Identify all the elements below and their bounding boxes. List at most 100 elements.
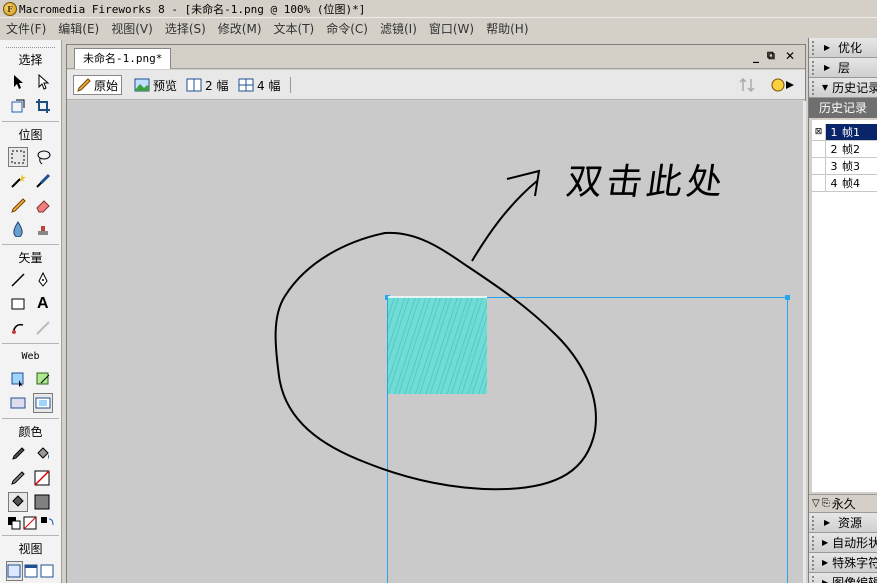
- slice-tool-icon[interactable]: [33, 369, 53, 389]
- bitmap-image[interactable]: [388, 297, 487, 394]
- options-menu-icon[interactable]: [767, 75, 801, 95]
- window-title: Macromedia Fireworks 8 - [未命名-1.png @ 10…: [19, 2, 366, 16]
- frame-row-4[interactable]: 4 帧4: [812, 175, 877, 192]
- original-view-button[interactable]: 原始: [73, 75, 123, 95]
- document-tab[interactable]: 未命名-1.png*: [74, 48, 172, 69]
- section-view-title: 视图: [18, 542, 43, 556]
- menu-filters[interactable]: 滤镜(I): [374, 20, 423, 37]
- history-tab[interactable]: 历史记录: [809, 98, 877, 118]
- canvas-area[interactable]: 双击此处: [67, 101, 803, 583]
- panel-auto-shapes-label: 自动形状: [832, 536, 877, 550]
- panel-optimize[interactable]: ▶ 优化: [809, 38, 877, 58]
- stroke-color-swatch[interactable]: [33, 468, 53, 488]
- four-up-view-button[interactable]: 4 幅: [235, 75, 283, 95]
- knife-tool-icon[interactable]: [33, 318, 53, 338]
- text-tool-icon[interactable]: A: [33, 294, 53, 314]
- panel-optimize-label: 优化: [838, 41, 863, 55]
- history-bottom-label: 永久: [831, 497, 856, 511]
- magic-wand-icon[interactable]: [8, 171, 28, 191]
- frames-list: ⊠ 1 帧1 2 帧2 3 帧3 4 帧4: [812, 124, 877, 192]
- rubber-stamp-icon[interactable]: [33, 219, 53, 239]
- menu-modify[interactable]: 修改(M): [212, 20, 268, 37]
- expand-arrow-icon: ▶: [824, 43, 831, 52]
- minimize-icon[interactable]: _: [753, 49, 759, 63]
- rectangle-tool-icon[interactable]: [8, 294, 28, 314]
- fullscreen-menu-icon[interactable]: [23, 561, 39, 581]
- eraser-tool-icon[interactable]: [33, 195, 53, 215]
- subselect-tool-icon[interactable]: [33, 72, 53, 92]
- line-tool-icon[interactable]: [8, 270, 28, 290]
- replay-icon[interactable]: ▽: [812, 498, 820, 509]
- close-icon[interactable]: ✕: [785, 49, 795, 63]
- paint-bucket-icon[interactable]: [33, 444, 53, 464]
- section-web-title: Web: [21, 351, 40, 362]
- menu-edit[interactable]: 编辑(E): [52, 20, 105, 37]
- sort-arrows-icon[interactable]: [735, 75, 761, 95]
- view-toolbar: 原始 预览 2 幅 4 幅: [67, 70, 805, 100]
- tools-grip[interactable]: [6, 42, 55, 48]
- menu-select[interactable]: 选择(S): [159, 20, 212, 37]
- frame-row-2[interactable]: 2 帧2: [812, 141, 877, 158]
- preview-view-button[interactable]: 预览: [131, 75, 180, 95]
- panel-auto-shapes[interactable]: ▶ 自动形状: [809, 533, 877, 553]
- panel-image-edit[interactable]: ▶ 图像编辑: [809, 573, 877, 583]
- frame-name: 帧3: [842, 160, 860, 173]
- frame-checkbox-icon[interactable]: ⊠: [812, 124, 826, 140]
- no-color-icon[interactable]: [22, 513, 38, 533]
- title-bar: F Macromedia Fireworks 8 - [未命名-1.png @ …: [0, 0, 877, 18]
- default-colors-icon[interactable]: [6, 513, 22, 533]
- brush-tool-icon[interactable]: [33, 171, 53, 191]
- menu-view[interactable]: 视图(V): [105, 20, 159, 37]
- handle-top-right[interactable]: [785, 295, 790, 300]
- panel-layers-label: 层: [838, 61, 851, 75]
- restore-icon[interactable]: ⧉: [767, 49, 775, 63]
- freeform-tool-icon[interactable]: [8, 318, 28, 338]
- pencil-tool-icon[interactable]: [8, 195, 28, 215]
- section-select-title: 选择: [18, 53, 43, 67]
- fullscreen-icon[interactable]: [39, 561, 55, 581]
- frame-name: 帧4: [842, 177, 860, 190]
- menu-text[interactable]: 文本(T): [268, 20, 321, 37]
- fireworks-app-icon[interactable]: F: [3, 1, 17, 16]
- hide-slices-icon[interactable]: [8, 393, 28, 413]
- frame-row-3[interactable]: 3 帧3: [812, 158, 877, 175]
- fill-color-swatch[interactable]: [33, 492, 53, 512]
- two-up-view-button[interactable]: 2 幅: [183, 75, 231, 95]
- crop-tool-icon[interactable]: [33, 96, 53, 116]
- menu-window[interactable]: 窗口(W): [423, 20, 480, 37]
- scale-tool-icon[interactable]: [8, 96, 28, 116]
- panel-special-chars[interactable]: ▶ 特殊字符: [809, 553, 877, 573]
- frame-number: 4: [830, 176, 838, 190]
- panel-assets[interactable]: ▶ 资源: [809, 513, 877, 533]
- pointer-tool-icon[interactable]: [8, 72, 28, 92]
- hotspot-tool-icon[interactable]: [8, 369, 28, 389]
- eyedropper-tool-icon[interactable]: [8, 444, 28, 464]
- frame-row-1[interactable]: ⊠ 1 帧1: [812, 124, 877, 141]
- swap-colors-icon[interactable]: [39, 513, 55, 533]
- marquee-tool-icon[interactable]: [8, 147, 29, 167]
- two-up-icon: [186, 78, 202, 92]
- document-tab-bar: 未命名-1.png* _ ⧉ ✕: [67, 45, 805, 69]
- menu-file[interactable]: 文件(F): [0, 20, 52, 37]
- expand-arrow-icon: ▶: [824, 63, 831, 72]
- pen-tool-icon[interactable]: [33, 270, 53, 290]
- standard-screen-icon[interactable]: [6, 561, 23, 581]
- vertical-scrollbar[interactable]: [803, 101, 806, 583]
- panel-history[interactable]: ▼ 历史记录: [809, 78, 877, 98]
- frame-number: 3: [830, 159, 838, 173]
- panel-layers[interactable]: ▶ 层: [809, 58, 877, 78]
- fill-bucket-icon[interactable]: [8, 492, 29, 512]
- panel-image-edit-label: 图像编辑: [832, 576, 877, 583]
- menu-commands[interactable]: 命令(C): [320, 20, 374, 37]
- lasso-tool-icon[interactable]: [33, 147, 53, 167]
- landscape-icon: [134, 78, 150, 92]
- blur-tool-icon[interactable]: [8, 219, 28, 239]
- original-view-label: 原始: [94, 78, 119, 93]
- four-up-icon: [238, 78, 254, 92]
- stroke-color-pencil-icon[interactable]: [8, 468, 28, 488]
- history-bottom-toolbar: ▽ ⎘ 永久: [809, 494, 877, 513]
- show-slices-icon[interactable]: [32, 393, 53, 413]
- panel-assets-label: 资源: [838, 516, 863, 530]
- menu-help[interactable]: 帮助(H): [480, 20, 534, 37]
- copy-steps-icon[interactable]: ⎘: [822, 498, 830, 509]
